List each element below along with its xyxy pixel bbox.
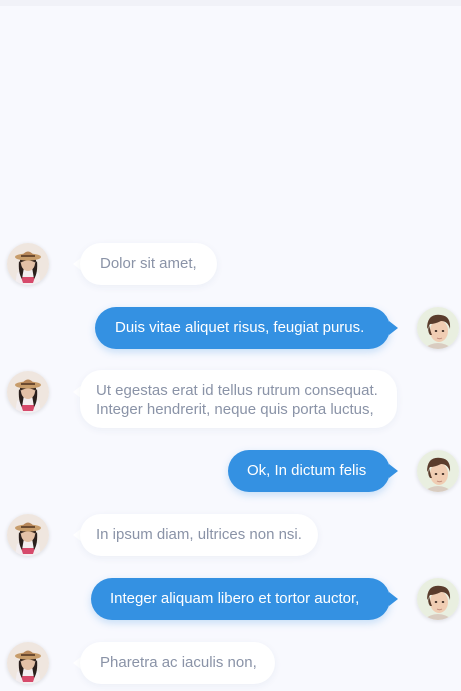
contact-avatar[interactable] bbox=[7, 243, 49, 285]
user-avatar[interactable] bbox=[417, 307, 459, 349]
message-text: Dolor sit amet, bbox=[100, 255, 197, 272]
incoming-message-bubble[interactable]: Pharetra ac iaculis non, bbox=[80, 642, 275, 684]
message-text-line-1: Ut egestas erat id tellus rutrum consequ… bbox=[96, 382, 378, 399]
girl-with-hat-avatar bbox=[7, 243, 49, 285]
incoming-message-bubble[interactable]: Dolor sit amet, bbox=[80, 243, 217, 285]
message-text: Duis vitae aliquet risus, feugiat purus. bbox=[115, 319, 365, 336]
girl-with-hat-avatar bbox=[7, 642, 49, 684]
contact-avatar[interactable] bbox=[7, 514, 49, 556]
outgoing-message-bubble[interactable]: Integer aliquam libero et tortor auctor, bbox=[91, 578, 390, 620]
outgoing-message-bubble[interactable]: Ok, In dictum felis bbox=[228, 450, 390, 492]
message-text: Ok, In dictum felis bbox=[247, 462, 367, 479]
girl-with-hat-avatar bbox=[7, 514, 49, 556]
message-row-incoming: Ut egestas erat id tellus rutrum consequ… bbox=[0, 369, 461, 429]
message-row-outgoing: Duis vitae aliquet risus, feugiat purus. bbox=[0, 306, 461, 350]
incoming-message-bubble[interactable]: In ipsum diam, ultrices non nsi. bbox=[80, 514, 318, 556]
message-text: Integer aliquam libero et tortor auctor, bbox=[110, 590, 360, 607]
message-row-outgoing: Integer aliquam libero et tortor auctor, bbox=[0, 577, 461, 621]
message-text: Pharetra ac iaculis non, bbox=[100, 654, 257, 671]
message-row-outgoing: Ok, In dictum felis bbox=[0, 449, 461, 493]
young-man-avatar bbox=[417, 450, 459, 492]
contact-avatar[interactable] bbox=[7, 642, 49, 684]
outgoing-message-bubble[interactable]: Duis vitae aliquet risus, feugiat purus. bbox=[95, 307, 390, 349]
bubble-tail bbox=[389, 464, 398, 478]
user-avatar[interactable] bbox=[417, 578, 459, 620]
contact-avatar[interactable] bbox=[7, 371, 49, 413]
message-row-incoming: In ipsum diam, ultrices non nsi. bbox=[0, 513, 461, 557]
girl-with-hat-avatar bbox=[7, 371, 49, 413]
message-text: In ipsum diam, ultrices non nsi. bbox=[96, 526, 302, 543]
message-row-incoming: Pharetra ac iaculis non, bbox=[0, 641, 461, 685]
young-man-avatar bbox=[417, 578, 459, 620]
user-avatar[interactable] bbox=[417, 450, 459, 492]
message-text-line-2: Integer hendrerit, neque quis porta luct… bbox=[96, 401, 374, 418]
young-man-avatar bbox=[417, 307, 459, 349]
bubble-tail bbox=[389, 592, 398, 606]
incoming-message-bubble[interactable]: Ut egestas erat id tellus rutrum consequ… bbox=[80, 370, 397, 428]
chat-thread[interactable]: Dolor sit amet, Duis vitae aliquet risus… bbox=[0, 0, 461, 691]
bubble-tail bbox=[389, 321, 398, 335]
message-row-incoming: Dolor sit amet, bbox=[0, 242, 461, 286]
